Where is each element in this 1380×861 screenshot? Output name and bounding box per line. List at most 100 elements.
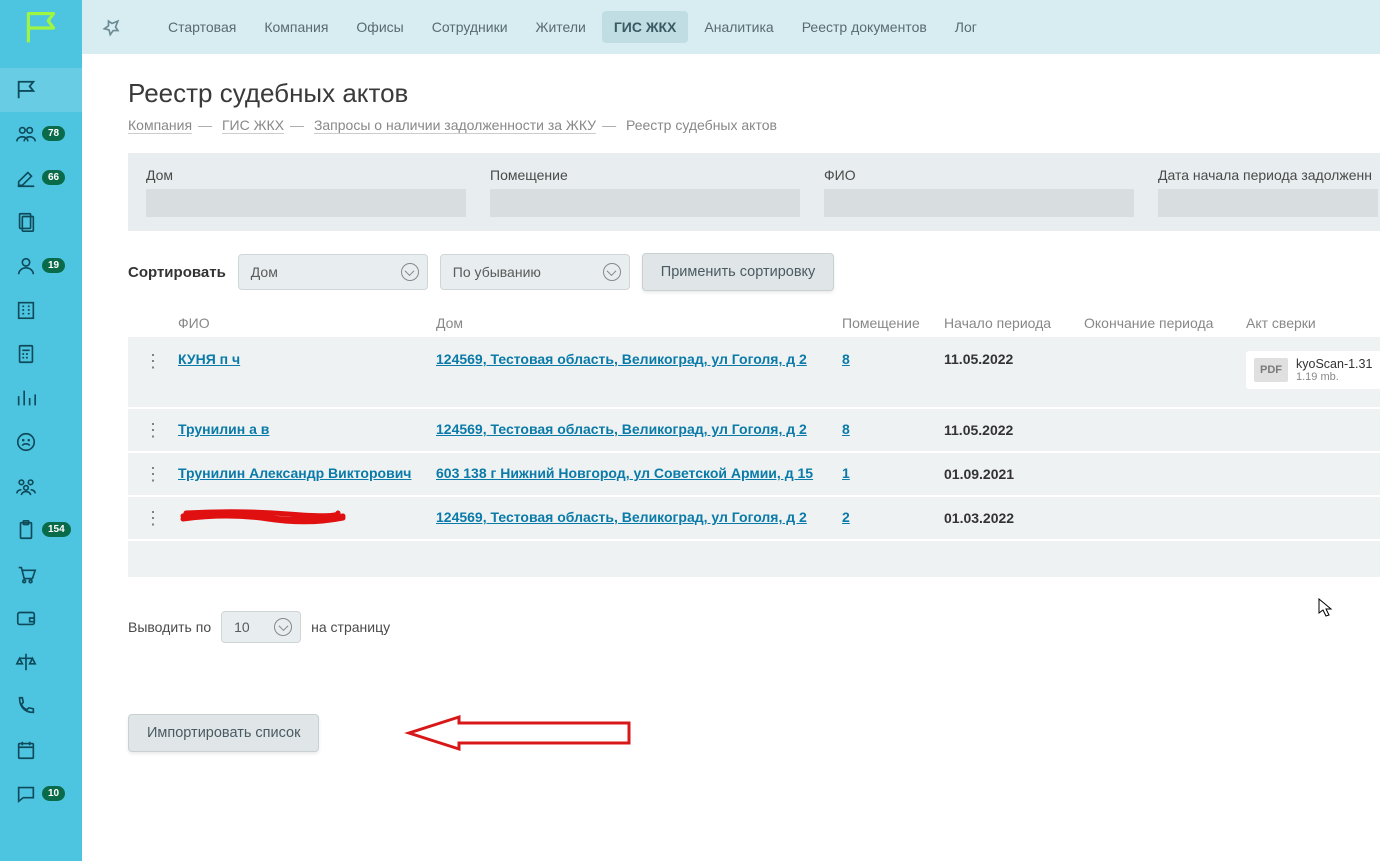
filter-label-fio: ФИО xyxy=(824,167,1134,183)
sidebar-item-group[interactable] xyxy=(0,464,82,508)
col-header-act: Акт сверки xyxy=(1246,315,1380,331)
breadcrumb-current: Реестр судебных актов xyxy=(626,117,777,133)
house-link[interactable]: 124569, Тестовая область, Великоград, ул… xyxy=(436,509,807,525)
filter-label-house: Дом xyxy=(146,167,466,183)
nav-tab[interactable]: Офисы xyxy=(344,11,415,43)
table-row: ⋮КУНЯ п ч 124569, Тестовая область, Велик… xyxy=(128,337,1380,409)
fio-link[interactable]: Трунилин а в xyxy=(178,421,269,437)
nav-tab[interactable]: Компания xyxy=(252,11,340,43)
row-menu-icon[interactable]: ⋮ xyxy=(128,351,178,372)
redacted-mark xyxy=(178,507,348,525)
wallet-icon xyxy=(14,606,38,630)
chevron-down-icon xyxy=(603,263,621,281)
nav-tab[interactable]: Реестр документов xyxy=(790,11,939,43)
col-header-house: Дом xyxy=(436,315,842,331)
apply-sort-button[interactable]: Применить сортировку xyxy=(642,253,835,291)
nav-tab[interactable]: ГИС ЖКХ xyxy=(602,11,689,43)
sidebar-badge: 66 xyxy=(42,170,65,185)
data-table: ФИО Дом Помещение Начало периода Окончан… xyxy=(128,309,1380,577)
nav-tab[interactable]: Жители xyxy=(524,11,598,43)
app-logo[interactable] xyxy=(21,8,61,48)
table-row: ⋮Трунилин а в 124569, Тестовая область, В… xyxy=(128,409,1380,453)
row-menu-icon[interactable]: ⋮ xyxy=(128,508,178,529)
nav-tab[interactable]: Аналитика xyxy=(692,11,785,43)
nav-tab[interactable]: Стартовая xyxy=(156,11,248,43)
filter-input-room[interactable] xyxy=(490,189,800,217)
house-link[interactable]: 124569, Тестовая область, Великоград, ул… xyxy=(436,421,807,437)
room-link[interactable]: 8 xyxy=(842,421,850,437)
sidebar-item-docs[interactable] xyxy=(0,200,82,244)
filter-input-fio[interactable] xyxy=(824,189,1134,217)
chat-icon xyxy=(14,782,38,806)
scales-icon xyxy=(14,650,38,674)
fio-link[interactable]: Трунилин Александр Викторович xyxy=(178,465,411,481)
col-header-end: Окончание периода xyxy=(1084,315,1246,331)
pdf-badge: PDF xyxy=(1254,358,1288,382)
nav-tab[interactable]: Лог xyxy=(943,11,989,43)
pager: Выводить по 10 на страницу xyxy=(128,611,1380,643)
file-attachment[interactable]: PDFkyoScan-1.311.19 mb. xyxy=(1246,351,1380,389)
table-empty-row xyxy=(128,541,1380,577)
group-icon xyxy=(14,474,38,498)
room-link[interactable]: 2 xyxy=(842,509,850,525)
filter-label-room: Помещение xyxy=(490,167,800,183)
logo-small-icon xyxy=(14,78,38,102)
sort-field-select[interactable]: Дом xyxy=(238,254,428,290)
sort-controls: Сортировать Дом По убыванию Применить со… xyxy=(128,253,1380,291)
breadcrumb-link[interactable]: Компания xyxy=(128,117,192,134)
sidebar-item-analytics[interactable] xyxy=(0,376,82,420)
table-row: ⋮Трунилин Александр Викторович 603 138 г … xyxy=(128,453,1380,497)
filter-input-date-start[interactable] xyxy=(1158,189,1378,217)
sidebar-item-person[interactable]: 19 xyxy=(0,244,82,288)
import-list-button[interactable]: Импортировать список xyxy=(128,714,319,752)
room-link[interactable]: 8 xyxy=(842,351,850,367)
row-menu-icon[interactable]: ⋮ xyxy=(128,464,178,485)
sidebar-item-calendar[interactable] xyxy=(0,728,82,772)
filter-bar: Дом Помещение ФИО Дата начала периода за… xyxy=(128,153,1380,231)
sidebar-item-calc[interactable] xyxy=(0,332,82,376)
people-icon xyxy=(14,122,38,146)
calendar-icon xyxy=(14,738,38,762)
start-date: 01.09.2021 xyxy=(944,466,1084,482)
room-link[interactable]: 1 xyxy=(842,465,850,481)
sidebar-badge: 78 xyxy=(42,126,65,141)
sidebar-item-wallet[interactable] xyxy=(0,596,82,640)
row-menu-icon[interactable]: ⋮ xyxy=(128,420,178,441)
sidebar-badge: 10 xyxy=(42,786,65,801)
person-icon xyxy=(14,254,38,278)
start-date: 11.05.2022 xyxy=(944,422,1084,438)
fio-link[interactable]: КУНЯ п ч xyxy=(178,351,240,367)
chevron-down-icon xyxy=(274,618,292,636)
sidebar-item-edit[interactable]: 66 xyxy=(0,156,82,200)
sidebar-item-cart[interactable] xyxy=(0,552,82,596)
sidebar-item-phone[interactable] xyxy=(0,684,82,728)
sidebar-item-sad[interactable] xyxy=(0,420,82,464)
start-date: 11.05.2022 xyxy=(944,351,1084,367)
pager-suffix: на страницу xyxy=(311,619,390,635)
sidebar: 78 66 19 154 10 xyxy=(0,0,82,861)
phone-icon xyxy=(14,694,38,718)
calculator-icon xyxy=(14,342,38,366)
sort-label: Сортировать xyxy=(128,264,226,281)
filter-input-house[interactable] xyxy=(146,189,466,217)
col-header-fio: ФИО xyxy=(178,315,436,331)
sidebar-item-scales[interactable] xyxy=(0,640,82,684)
col-header-start: Начало периода xyxy=(944,315,1084,331)
sidebar-item-home[interactable] xyxy=(0,68,82,112)
house-link[interactable]: 603 138 г Нижний Новгород, ул Советской … xyxy=(436,465,813,481)
breadcrumb-link[interactable]: ГИС ЖКХ xyxy=(222,117,284,134)
annotation-arrow xyxy=(399,713,639,753)
house-link[interactable]: 124569, Тестовая область, Великоград, ул… xyxy=(436,351,807,367)
sidebar-item-people[interactable]: 78 xyxy=(0,112,82,156)
page-size-select[interactable]: 10 xyxy=(221,611,301,643)
sidebar-item-clipboard[interactable]: 154 xyxy=(0,508,82,552)
chart-icon xyxy=(14,386,38,410)
sidebar-item-building[interactable] xyxy=(0,288,82,332)
breadcrumb-link[interactable]: Запросы о наличии задолженности за ЖКУ xyxy=(314,117,596,134)
sort-direction-select[interactable]: По убыванию xyxy=(440,254,630,290)
file-name: kyoScan-1.31 xyxy=(1296,357,1372,371)
pin-icon[interactable] xyxy=(102,17,122,37)
sidebar-item-chat[interactable]: 10 xyxy=(0,772,82,816)
nav-tab[interactable]: Сотрудники xyxy=(420,11,520,43)
pager-prefix: Выводить по xyxy=(128,619,211,635)
